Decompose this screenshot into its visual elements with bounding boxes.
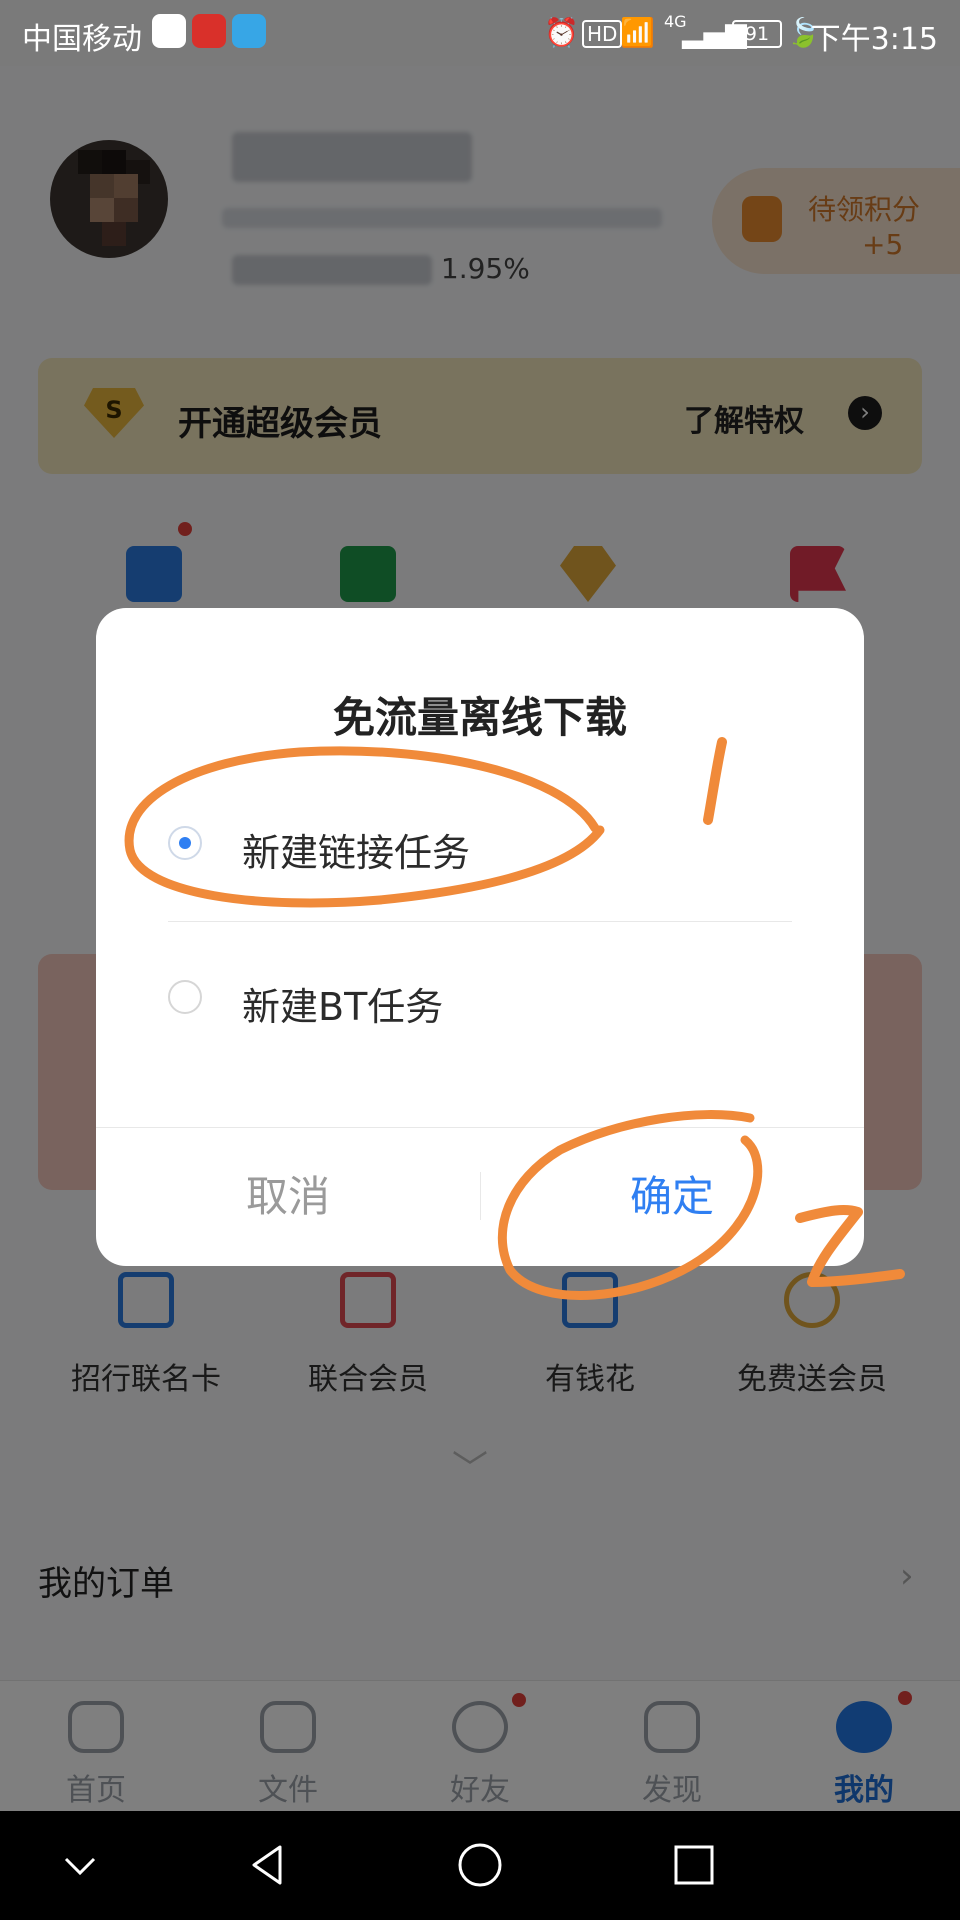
wifi-icon: 📶 [620,16,655,49]
clock: 下午3:15 [810,22,938,57]
carrier-label: 中国移动 [22,22,142,57]
cancel-button[interactable]: 取消 [96,1128,480,1266]
status-bar: 中国移动 ⏰ HD 📶 4G ▂▄▆ 91 🍃 下午3:15 [0,0,960,66]
option-bt-task[interactable]: 新建BT任务 [168,940,792,1060]
home-icon[interactable] [456,1841,504,1889]
tencent-news-icon [152,14,186,48]
chevron-down-icon[interactable] [60,1845,100,1885]
offline-download-dialog: 免流量离线下载 新建链接任务 新建BT任务 取消 确定 [96,608,864,1266]
battery-indicator: 91 [732,20,782,48]
video-app-icon [232,14,266,48]
divider [168,921,792,922]
hd-icon: HD [582,20,623,48]
option-link-task[interactable]: 新建链接任务 [168,786,792,906]
option-label: 新建BT任务 [242,985,444,1029]
radio-selected-icon[interactable] [168,826,202,860]
dialog-title: 免流量离线下载 [332,693,627,742]
back-icon[interactable] [244,1841,292,1889]
system-nav-bar [0,1811,960,1920]
recents-icon[interactable] [670,1841,718,1889]
confirm-button[interactable]: 确定 [480,1128,864,1266]
option-label: 新建链接任务 [242,831,471,875]
alarm-icon: ⏰ [544,16,579,49]
radio-unselected-icon[interactable] [168,980,202,1014]
news-app-icon [192,14,226,48]
